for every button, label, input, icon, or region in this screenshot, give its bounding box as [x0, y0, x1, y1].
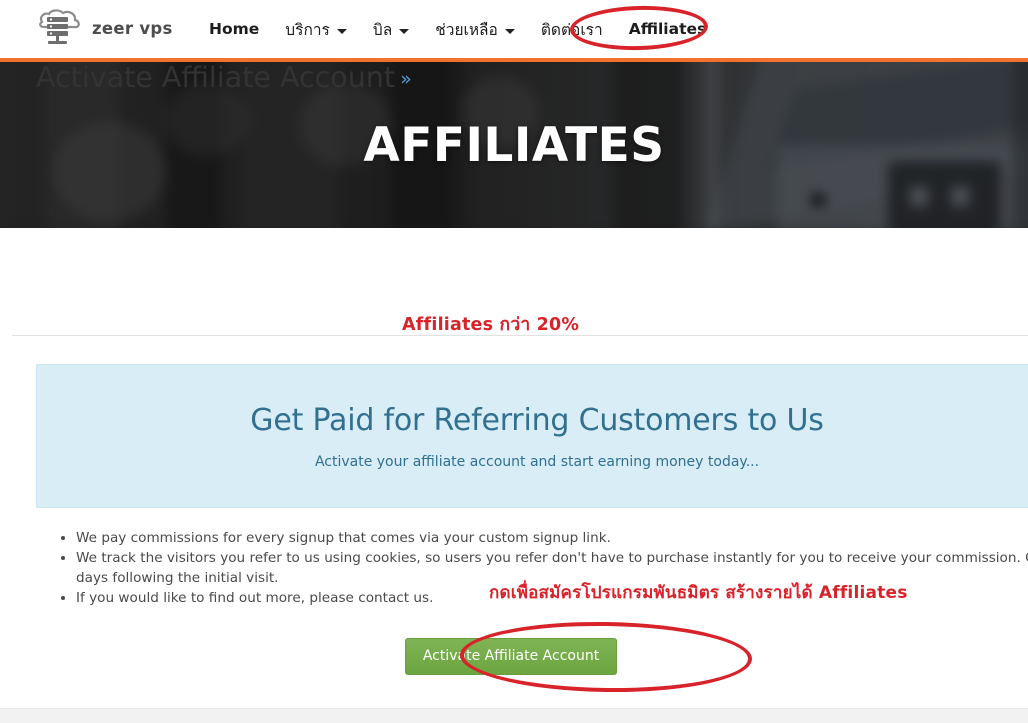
panel-title: Get Paid for Referring Customers to Us	[250, 403, 824, 438]
page-root: zeer vps Home บริการ บิล ช่วยเหลือ ติดต่…	[0, 0, 1028, 723]
nav-item-label: Affiliates	[628, 20, 707, 38]
nav-item-label: ช่วยเหลือ	[435, 20, 498, 39]
nav-item-label: บิล	[372, 20, 393, 39]
chevron-down-icon	[504, 28, 515, 34]
nav-item-billing[interactable]: บิล	[360, 0, 422, 58]
top-navigation-bar: zeer vps Home บริการ บิล ช่วยเหลือ ติดต่…	[0, 0, 1028, 62]
chevron-down-icon	[399, 28, 410, 34]
nav-item-label: บริการ	[285, 20, 330, 39]
chevron-down-icon	[336, 28, 347, 34]
cloud-server-icon	[39, 9, 80, 44]
brand-name: zeer vps	[92, 18, 173, 38]
nav-item-label: Home	[209, 20, 260, 38]
annotation-thai-instruction: กดเพื่อสมัครโปรแกรมพันธมิตร สร้างรายได้ …	[489, 583, 908, 603]
nav-item-label: ติดต่อเรา	[540, 20, 603, 39]
list-item: We pay commissions for every signup that…	[76, 528, 1028, 548]
page-title-text: Activate Affiliate Account	[36, 61, 396, 95]
nav-item-services[interactable]: บริการ	[272, 0, 360, 58]
annotation-commission-note: Affiliates กว่า 20%	[402, 315, 580, 335]
footer-band	[0, 708, 1028, 723]
double-chevron-right-icon: »	[400, 68, 412, 91]
page-title: Activate Affiliate Account»	[36, 61, 412, 94]
heading-divider	[12, 335, 1028, 336]
list-item-line2: days following the initial visit.	[76, 570, 279, 586]
nav-item-support[interactable]: ช่วยเหลือ	[422, 0, 528, 58]
nav-item-home[interactable]: Home	[196, 0, 272, 58]
list-item-line1: We track the visitors you refer to us us…	[76, 550, 1028, 566]
nav-item-contact[interactable]: ติดต่อเรา	[528, 0, 616, 58]
activate-affiliate-account-button[interactable]: Activate Affiliate Account	[404, 638, 618, 675]
nav-item-affiliates[interactable]: Affiliates	[616, 0, 720, 58]
activate-button-container: Activate Affiliate Account	[0, 638, 1022, 675]
panel-subtitle: Activate your affiliate account and star…	[314, 454, 760, 470]
affiliate-info-panel: Get Paid for Referring Customers to Us A…	[36, 364, 1028, 508]
brand-logo-link[interactable]: zeer vps	[34, 6, 179, 50]
nav-item-list: Home บริการ บิล ช่วยเหลือ ติดต่อเรา Affi…	[196, 0, 719, 58]
